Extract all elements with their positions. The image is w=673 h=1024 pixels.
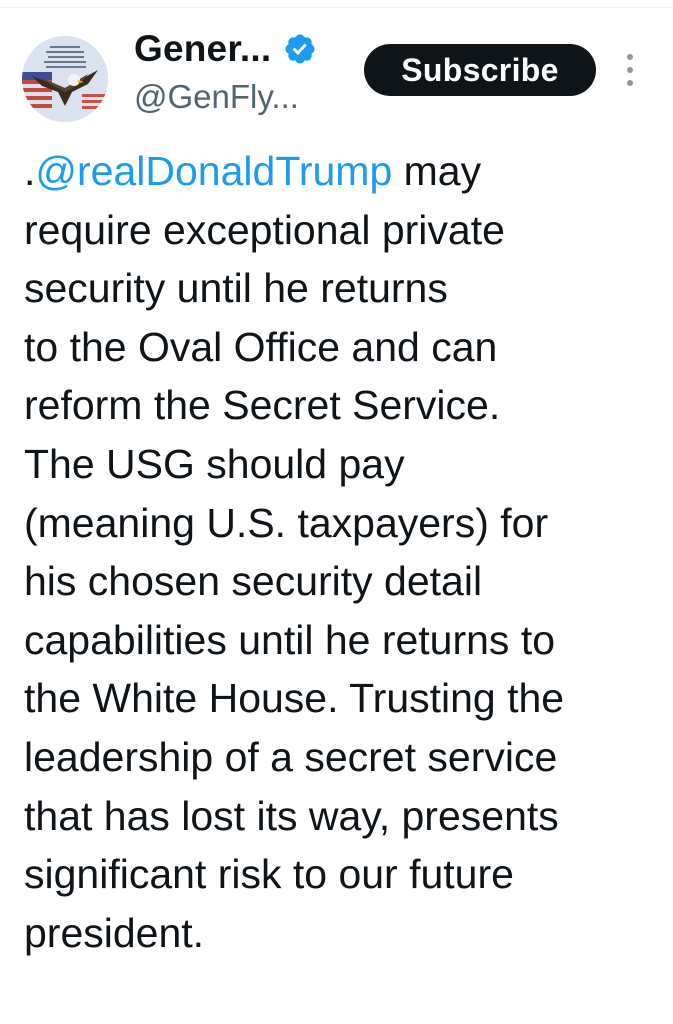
eagle-flag-avatar-icon xyxy=(22,36,108,122)
display-name-row: Gener... xyxy=(134,26,317,72)
tweet-line: that has lost its way, presents xyxy=(24,792,559,839)
tweet-line: (meaning U.S. taxpayers) for xyxy=(24,499,549,546)
top-divider xyxy=(0,0,673,8)
tweet-line: president. xyxy=(24,909,205,956)
tweet-line: the White House. Trusting the xyxy=(24,675,565,722)
more-dot xyxy=(627,67,633,73)
tweet-line: security until he returns xyxy=(24,265,448,312)
tweet-text: .@realDonaldTrump may require exceptiona… xyxy=(24,142,654,962)
tweet-line: .@realDonaldTrump may xyxy=(24,142,654,201)
more-dot xyxy=(627,54,633,60)
author-info[interactable]: Gener... @GenFly... xyxy=(134,26,317,120)
subscribe-button[interactable]: Subscribe xyxy=(364,44,596,96)
tweet-line: to the Oval Office and can xyxy=(24,323,498,370)
verified-badge-icon[interactable] xyxy=(283,32,317,66)
more-dot xyxy=(627,80,633,86)
author-handle[interactable]: @GenFly... xyxy=(134,74,317,120)
mention-prefix: . xyxy=(24,148,36,194)
tweet-line-text: may xyxy=(392,148,482,194)
tweet-header: Gener... @GenFly... Subscribe xyxy=(0,22,673,132)
tweet-line: The USG should pay xyxy=(24,440,405,487)
tweet-line: require exceptional private xyxy=(24,206,505,253)
more-vertical-icon[interactable] xyxy=(618,50,642,90)
tweet-line: reform the Secret Service. xyxy=(24,382,501,429)
avatar[interactable] xyxy=(22,36,108,122)
display-name[interactable]: Gener... xyxy=(134,26,271,72)
tweet-line: capabilities until he returns to xyxy=(24,616,556,663)
tweet-line: significant risk to our future xyxy=(24,851,514,898)
tweet-line: leadership of a secret service xyxy=(24,733,558,780)
mention-link[interactable]: @realDonaldTrump xyxy=(35,148,392,194)
tweet-line: his chosen security detail xyxy=(24,558,483,605)
